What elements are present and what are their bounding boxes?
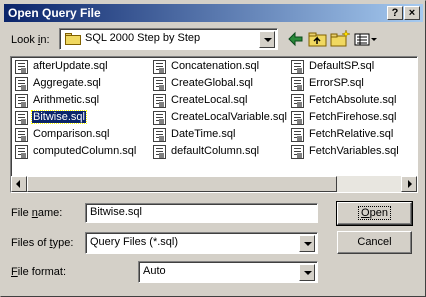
file-list-item[interactable]: Comparison.sql xyxy=(15,127,145,143)
file-name-text: Comparison.sql xyxy=(33,128,110,140)
sql-file-icon xyxy=(291,128,304,142)
file-name-text: CreateLocal.sql xyxy=(171,94,248,106)
file-list-item[interactable]: defaultColumn.sql xyxy=(153,144,283,160)
file-list-item[interactable]: Arithmetic.sql xyxy=(15,93,145,109)
sql-file-icon xyxy=(291,77,304,91)
sql-file-icon xyxy=(15,145,28,159)
open-folder-icon xyxy=(65,33,81,45)
file-name-text: afterUpdate.sql xyxy=(33,60,108,72)
file-list-item[interactable]: DateTime.sql xyxy=(153,127,283,143)
files-of-type-label: Files of type: xyxy=(11,237,74,249)
file-list-item[interactable]: ErrorSP.sql xyxy=(291,76,421,92)
look-in-combo[interactable]: SQL 2000 Step by Step xyxy=(59,28,278,50)
file-name-label: File name: xyxy=(11,207,63,219)
file-name-text: Concatenation.sql xyxy=(171,60,260,72)
file-name-text: CreateGlobal.sql xyxy=(171,77,253,89)
file-name-text: FetchVariables.sql xyxy=(309,145,399,157)
look-in-value: SQL 2000 Step by Step xyxy=(85,32,201,44)
sql-file-icon xyxy=(153,60,166,74)
file-name-text: FetchRelative.sql xyxy=(309,128,394,140)
open-query-file-dialog: Open Query File ? × Look in: SQL 2000 St… xyxy=(0,0,426,297)
chevron-down-icon[interactable] xyxy=(299,235,315,252)
scroll-left-icon[interactable] xyxy=(11,176,27,192)
file-name-text: defaultColumn.sql xyxy=(171,145,260,157)
file-list-item[interactable]: Aggregate.sql xyxy=(15,76,145,92)
file-list-item[interactable]: FetchVariables.sql xyxy=(291,144,421,160)
sql-file-icon xyxy=(153,145,166,159)
file-format-combo[interactable]: Auto xyxy=(138,261,318,283)
file-list-item[interactable]: CreateLocal.sql xyxy=(153,93,283,109)
file-name-text: FetchFirehose.sql xyxy=(309,111,397,123)
title-bar[interactable]: Open Query File ? × xyxy=(4,4,423,22)
file-name-text: FetchAbsolute.sql xyxy=(309,94,397,106)
file-name-text: DefaultSP.sql xyxy=(309,60,375,72)
sql-file-icon xyxy=(15,128,28,142)
sql-file-icon xyxy=(153,111,166,125)
file-list-item[interactable]: DefaultSP.sql xyxy=(291,59,421,75)
look-in-label: Look in: xyxy=(11,34,50,46)
file-name-text: ErrorSP.sql xyxy=(309,77,364,89)
back-arrow-icon[interactable] xyxy=(285,29,307,49)
file-list-item[interactable]: Concatenation.sql xyxy=(153,59,283,75)
close-button[interactable]: × xyxy=(404,6,420,20)
file-name-text: DateTime.sql xyxy=(171,128,236,140)
sql-file-icon xyxy=(15,60,28,74)
files-of-type-value: Query Files (*.sql) xyxy=(90,236,179,248)
scroll-right-icon[interactable] xyxy=(401,176,417,192)
sql-file-icon xyxy=(291,111,304,125)
scroll-thumb[interactable] xyxy=(27,176,337,192)
help-button[interactable]: ? xyxy=(387,6,403,20)
sql-file-icon xyxy=(153,128,166,142)
horizontal-scrollbar[interactable] xyxy=(11,176,417,192)
sql-file-icon xyxy=(291,94,304,108)
file-name-input[interactable]: Bitwise.sql xyxy=(85,203,318,223)
chevron-down-icon[interactable] xyxy=(299,264,315,281)
file-list-item[interactable]: FetchRelative.sql xyxy=(291,127,421,143)
sql-file-icon xyxy=(291,60,304,74)
dialog-title: Open Query File xyxy=(8,6,101,20)
file-name-text: Bitwise.sql xyxy=(31,110,87,124)
sql-file-icon xyxy=(15,111,28,125)
new-folder-icon[interactable] xyxy=(329,29,351,49)
file-format-value: Auto xyxy=(143,265,166,277)
file-list[interactable]: afterUpdate.sql Aggregate.sql Arithmetic.s… xyxy=(10,56,418,193)
file-name-value: Bitwise.sql xyxy=(90,206,142,218)
file-list-item[interactable]: FetchFirehose.sql xyxy=(291,110,421,126)
view-menu-icon[interactable] xyxy=(353,29,379,49)
sql-file-icon xyxy=(15,77,28,91)
file-list-item[interactable]: FetchAbsolute.sql xyxy=(291,93,421,109)
file-name-text: Aggregate.sql xyxy=(33,77,101,89)
open-button[interactable]: Open xyxy=(336,201,413,226)
sql-file-icon xyxy=(153,94,166,108)
sql-file-icon xyxy=(15,94,28,108)
file-list-item[interactable]: Bitwise.sql xyxy=(15,110,145,126)
file-name-text: CreateLocalVariable.sql xyxy=(171,111,287,123)
file-list-item[interactable]: CreateLocalVariable.sql xyxy=(153,110,287,126)
chevron-down-icon[interactable] xyxy=(259,31,275,48)
file-name-text: computedColumn.sql xyxy=(33,145,137,157)
file-list-item[interactable]: afterUpdate.sql xyxy=(15,59,145,75)
sql-file-icon xyxy=(291,145,304,159)
file-list-item[interactable]: computedColumn.sql xyxy=(15,144,145,160)
up-folder-icon[interactable] xyxy=(307,29,329,49)
files-of-type-combo[interactable]: Query Files (*.sql) xyxy=(85,232,318,254)
file-list-item[interactable]: CreateGlobal.sql xyxy=(153,76,283,92)
file-name-text: Arithmetic.sql xyxy=(33,94,100,106)
cancel-button[interactable]: Cancel xyxy=(337,231,412,254)
sql-file-icon xyxy=(153,77,166,91)
file-format-label: File format: xyxy=(11,266,67,278)
